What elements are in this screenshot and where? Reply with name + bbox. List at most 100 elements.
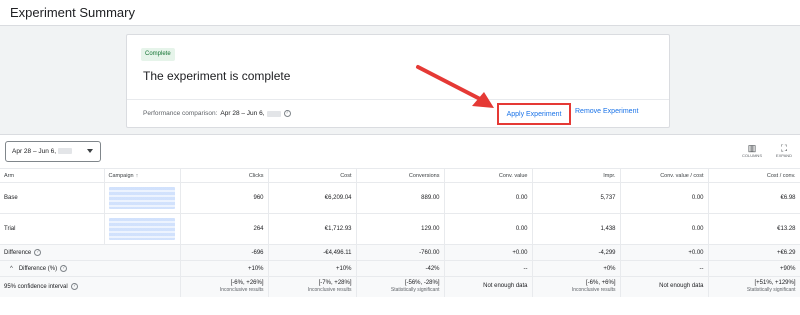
- conv-value-cell: Not enough data: [444, 276, 533, 297]
- columns-label: COLUMNS: [741, 153, 762, 158]
- conversions-cell: 129.00: [356, 213, 445, 245]
- conv-value-cost-cell: 0.00: [620, 182, 709, 214]
- question-circle-icon[interactable]: ?: [283, 110, 291, 117]
- column-header-cost-conv[interactable]: Cost / conv.: [708, 168, 800, 183]
- difference-pct-label: Difference (%): [18, 266, 58, 273]
- interval-value: [-7%, +28%]: [318, 279, 352, 286]
- question-circle-icon[interactable]: ?: [60, 264, 68, 272]
- interval-note: Statistically significant: [746, 286, 796, 293]
- redacted-campaign-name: [108, 218, 175, 240]
- interval-note: Statistically significant: [390, 286, 440, 293]
- results-panel: Apr 28 – Jun 6, ▥ COLUMNS ⛶ EXPAND Arm C…: [0, 134, 800, 315]
- difference-label-cell: Difference?: [0, 244, 181, 261]
- cost-cell: €6,209.04: [268, 182, 357, 214]
- page-title: Experiment Summary: [10, 5, 135, 20]
- interval-note: Inconclusive results: [571, 286, 616, 293]
- conversions-cell: -760.00: [356, 244, 445, 261]
- difference-label: Difference: [4, 250, 32, 257]
- date-range-value: Apr 28 – Jun 6,: [12, 148, 57, 155]
- interval-note: Inconclusive results: [307, 286, 352, 293]
- cost-conv-cell: €6.98: [708, 182, 800, 214]
- card-divider: [127, 99, 669, 100]
- expand-button[interactable]: ⛶ EXPAND: [769, 143, 799, 158]
- question-circle-icon[interactable]: ?: [34, 248, 42, 256]
- interval-value: [+51%, +129%]: [754, 279, 796, 286]
- conversions-cell: 889.00: [356, 182, 445, 214]
- confidence-label: 95% confidence interval: [4, 283, 68, 290]
- column-header-arm: Arm: [0, 168, 105, 183]
- table-row-base: Base 960 €6,209.04 889.00 0.00 5,737 0.0…: [0, 182, 800, 214]
- column-header-clicks[interactable]: Clicks: [180, 168, 269, 183]
- cost-cell: [-7%, +28%] Inconclusive results: [268, 276, 357, 297]
- conv-value-cell: 0.00: [444, 213, 533, 245]
- performance-date-range: Apr 28 – Jun 6,: [220, 110, 265, 118]
- cost-cell: +10%: [268, 260, 357, 277]
- impr-cell: 1,438: [532, 213, 621, 245]
- interval-value: [-56%, -28%]: [404, 279, 440, 286]
- redacted-year: [58, 148, 73, 155]
- redacted-year: [266, 110, 281, 117]
- column-header-conv-value[interactable]: Conv. value: [444, 168, 533, 183]
- table-header-row: Arm Campaign ↑ Clicks Cost Conversions Co…: [0, 168, 800, 183]
- interval-value: [-6%, +6%]: [585, 279, 616, 286]
- top-bar: Experiment Summary: [0, 0, 800, 26]
- chevron-up-icon[interactable]: ^: [10, 266, 13, 272]
- question-circle-icon[interactable]: ?: [70, 282, 78, 290]
- confidence-label-cell: 95% confidence interval?: [0, 276, 181, 297]
- conv-value-cost-cell: --: [620, 260, 709, 277]
- status-headline: The experiment is complete: [143, 69, 291, 83]
- clicks-cell: 264: [180, 213, 269, 245]
- interval-note: Inconclusive results: [219, 286, 264, 293]
- column-header-conversions[interactable]: Conversions: [356, 168, 445, 183]
- table-row-difference-pct: ^ Difference (%)? +10% +10% -42% -- +0% -…: [0, 260, 800, 277]
- table-row-confidence: 95% confidence interval? [-6%, +26%] Inco…: [0, 276, 800, 297]
- date-range-dropdown[interactable]: Apr 28 – Jun 6,: [5, 141, 101, 162]
- conv-value-cost-cell: +0.00: [620, 244, 709, 261]
- clicks-cell: 960: [180, 182, 269, 214]
- cost-conv-cell: €13.28: [708, 213, 800, 245]
- conversions-cell: -42%: [356, 260, 445, 277]
- cost-conv-cell: [+51%, +129%] Statistically significant: [708, 276, 800, 297]
- campaign-cell[interactable]: [104, 213, 181, 245]
- impr-cell: 5,737: [532, 182, 621, 214]
- interval-value: [-6%, +26%]: [230, 279, 264, 286]
- table-row-difference: Difference? -696 -€4,496.11 -760.00 +0.0…: [0, 244, 800, 261]
- conv-value-cell: --: [444, 260, 533, 277]
- status-chip: Complete: [141, 48, 175, 61]
- column-header-impr[interactable]: Impr.: [532, 168, 621, 183]
- cost-cell: €1,712.93: [268, 213, 357, 245]
- conversions-cell: [-56%, -28%] Statistically significant: [356, 276, 445, 297]
- experiment-results-table: Arm Campaign ↑ Clicks Cost Conversions Co…: [0, 168, 800, 297]
- clicks-cell: +10%: [180, 260, 269, 277]
- columns-button[interactable]: ▥ COLUMNS: [737, 143, 767, 158]
- clicks-cell: [-6%, +26%] Inconclusive results: [180, 276, 269, 297]
- apply-experiment-button[interactable]: Apply Experiment: [497, 103, 571, 125]
- fullscreen-icon: ⛶: [780, 143, 788, 153]
- performance-label: Performance comparison:: [143, 110, 218, 118]
- column-header-cost[interactable]: Cost: [268, 168, 357, 183]
- cost-conv-cell: +90%: [708, 260, 800, 277]
- impr-cell: +0%: [532, 260, 621, 277]
- difference-pct-label-cell: ^ Difference (%)?: [0, 260, 181, 277]
- conv-value-cost-cell: 0.00: [620, 213, 709, 245]
- impr-cell: [-6%, +6%] Inconclusive results: [532, 276, 621, 297]
- arm-cell: Trial: [0, 213, 105, 245]
- performance-comparison: Performance comparison: Apr 28 – Jun 6,?: [143, 110, 291, 117]
- expand-label: EXPAND: [775, 153, 793, 158]
- redacted-campaign-name: [108, 187, 175, 209]
- table-row-trial: Trial 264 €1,712.93 129.00 0.00 1,438 0.…: [0, 213, 800, 245]
- campaign-header-label: Campaign: [108, 172, 134, 179]
- arm-cell: Base: [0, 182, 105, 214]
- chevron-down-icon: [87, 149, 93, 153]
- campaign-cell[interactable]: [104, 182, 181, 214]
- experiment-status-card: Complete The experiment is complete Perf…: [126, 34, 670, 128]
- cost-conv-cell: +€6.29: [708, 244, 800, 261]
- impr-cell: -4,299: [532, 244, 621, 261]
- remove-experiment-button[interactable]: Remove Experiment: [575, 108, 638, 115]
- column-header-campaign[interactable]: Campaign ↑: [104, 168, 181, 183]
- columns-icon: ▥: [747, 143, 757, 153]
- column-header-conv-value-cost[interactable]: Conv. value / cost: [620, 168, 709, 183]
- conv-value-cell: 0.00: [444, 182, 533, 214]
- clicks-cell: -696: [180, 244, 269, 261]
- arrow-up-icon: ↑: [135, 172, 139, 179]
